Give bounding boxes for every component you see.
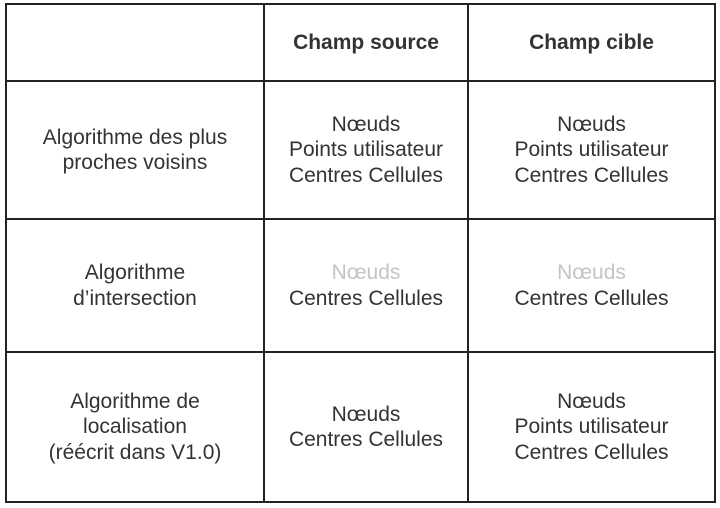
algorithm-name-line: Algorithme de [70,389,200,413]
algorithm-name-line: d’intersection [73,286,197,310]
field-item: Nœuds [557,112,626,136]
field-item: Centres Cellules [514,440,669,464]
table-row: Algorithme des plus proches voisins Nœud… [5,80,716,220]
source-field-cell: Nœuds Centres Cellules [263,218,469,353]
target-field-header: Champ cible [467,3,716,82]
algorithm-name-line: localisation [83,415,187,439]
table-row: Algorithme de localisation (réécrit dans… [5,351,716,503]
corner-cell [5,3,265,82]
field-item: Points utilisateur [514,415,669,439]
source-field-cell: Nœuds Points utilisateur Centres Cellule… [263,80,469,220]
field-item: Points utilisateur [514,138,669,162]
target-field-cell: Nœuds Centres Cellules [467,218,716,353]
algorithm-name-line: Algorithme [84,261,186,284]
source-field-cell: Nœuds Centres Cellules [263,351,469,503]
field-item-dimmed: Nœuds [331,261,401,284]
field-item: Centres Cellules [514,163,669,187]
target-field-cell: Nœuds Points utilisateur Centres Cellule… [467,80,716,220]
algorithm-name-cell: Algorithme d’intersection [5,218,265,353]
algorithm-field-table: Champ source Champ cible Algorithme des … [5,3,716,503]
algorithm-name-cell: Algorithme des plus proches voisins [5,80,265,220]
field-item: Centres Cellules [288,163,444,187]
algorithm-name-line: Algorithme des plus [42,125,228,149]
source-field-header: Champ source [263,3,469,82]
algorithm-name-line: proches voisins [62,151,208,174]
algorithm-name-cell: Algorithme de localisation (réécrit dans… [5,351,265,503]
field-item: Nœuds [557,389,626,413]
field-item: Centres Cellules [514,286,669,310]
field-item: Nœuds [331,402,401,426]
field-item: Nœuds [331,112,401,136]
field-item-dimmed: Nœuds [557,261,626,284]
field-item: Points utilisateur [288,138,444,162]
field-item: Centres Cellules [288,428,444,451]
algorithm-name-line: (réécrit dans V1.0) [48,440,222,464]
target-field-cell: Nœuds Points utilisateur Centres Cellule… [467,351,716,503]
header-row: Champ source Champ cible [5,3,716,82]
field-item: Centres Cellules [288,286,444,310]
table-row: Algorithme d’intersection Nœuds Centres … [5,218,716,353]
